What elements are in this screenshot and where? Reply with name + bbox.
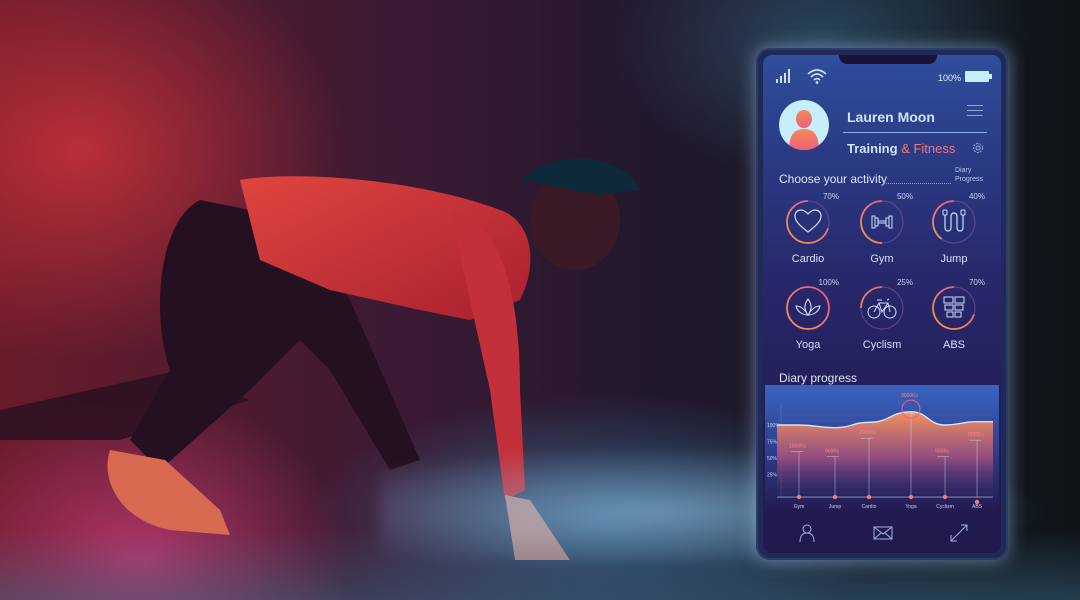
activity-label: Cyclism bbox=[862, 339, 902, 351]
wifi-icon bbox=[807, 69, 827, 84]
x-tick-label: ABS bbox=[972, 504, 983, 510]
dumbbell-icon bbox=[871, 215, 893, 229]
activity-label: Yoga bbox=[795, 339, 821, 351]
activity-label: Jump bbox=[940, 253, 968, 265]
phone-screen: 100% Lauren Moon Training & Fitness Choo… bbox=[763, 55, 1001, 553]
activity-percent: 40% bbox=[968, 192, 985, 201]
y-tick-label: 25% bbox=[767, 473, 778, 479]
diary-link-line2: Progress bbox=[955, 176, 984, 183]
progress-ring bbox=[786, 200, 830, 244]
subtitle-main: Training bbox=[847, 141, 898, 156]
phone-mockup: 100% Lauren Moon Training & Fitness Choo… bbox=[756, 48, 1008, 560]
hamburger-menu-icon[interactable] bbox=[967, 105, 983, 120]
signal-bars-icon bbox=[776, 69, 790, 83]
marker-label: 900Kc bbox=[825, 449, 840, 455]
y-tick-label: 50% bbox=[767, 456, 778, 462]
diary-progress-title: Diary progress bbox=[779, 371, 858, 385]
y-tick-label: 75% bbox=[767, 440, 778, 446]
diary-progress-link[interactable]: Diary Progress bbox=[955, 166, 983, 184]
gear-icon[interactable] bbox=[971, 141, 985, 155]
marker-dot bbox=[908, 494, 914, 500]
user-avatar-icon bbox=[789, 110, 819, 150]
activity-percent: 70% bbox=[968, 278, 985, 287]
status-bar: 100% bbox=[775, 68, 992, 86]
activity-abs[interactable]: 70% ABS bbox=[919, 277, 989, 357]
activity-label: ABS bbox=[942, 339, 965, 351]
activity-percent: 70% bbox=[822, 192, 839, 201]
activity-percent: 50% bbox=[896, 192, 913, 201]
x-tick-label: Cyclism bbox=[936, 504, 954, 510]
activity-cardio[interactable]: 70% Cardio bbox=[773, 191, 843, 271]
envelope-icon[interactable] bbox=[873, 523, 893, 543]
diary-link-line1: Diary bbox=[955, 167, 972, 174]
marker-label: 1500Kc bbox=[967, 432, 984, 438]
progress-ring bbox=[932, 286, 976, 330]
user-outline-icon[interactable] bbox=[797, 523, 817, 543]
subtitle-accent: & Fitness bbox=[901, 141, 956, 156]
marker-dot bbox=[796, 494, 802, 500]
expand-arrows-icon[interactable] bbox=[949, 523, 969, 543]
progress-ring bbox=[786, 286, 830, 330]
marker-label: 1500Kc bbox=[789, 443, 806, 449]
activity-gym[interactable]: 50% Gym bbox=[847, 191, 917, 271]
user-name: Lauren Moon bbox=[847, 109, 935, 125]
heart-icon bbox=[794, 209, 822, 233]
profile-subtitle: Training & Fitness bbox=[847, 141, 955, 156]
marker-dot bbox=[942, 494, 948, 500]
progress-ring bbox=[860, 286, 904, 330]
x-tick-label: Gym bbox=[794, 504, 805, 510]
activities-title: Choose your activity bbox=[779, 172, 888, 186]
marker-label: 900Kc bbox=[935, 449, 950, 455]
activity-percent: 25% bbox=[896, 278, 913, 287]
abs-icon bbox=[943, 296, 965, 318]
activity-cyclism[interactable]: 25% Cyclism bbox=[847, 277, 917, 357]
marker-label: 2000Kc bbox=[859, 430, 876, 436]
marker-dot bbox=[866, 494, 872, 500]
progress-ring bbox=[932, 200, 976, 244]
battery-percent: 100% bbox=[937, 73, 961, 83]
bicycle-icon bbox=[867, 298, 897, 319]
profile-divider bbox=[843, 132, 987, 133]
jump-rope-icon bbox=[942, 209, 966, 232]
phone-notch bbox=[839, 55, 937, 64]
diary-progress-chart: 100%75%50%25%1500KcGym900KcJump2000KcCar… bbox=[765, 385, 999, 513]
lotus-icon bbox=[795, 298, 821, 316]
x-tick-label: Yoga bbox=[905, 504, 916, 510]
bottom-nav bbox=[763, 513, 1001, 553]
battery-full-icon bbox=[965, 71, 992, 82]
x-tick-label: Cardio bbox=[862, 504, 877, 510]
activity-label: Gym bbox=[870, 253, 894, 265]
progress-ring bbox=[860, 200, 904, 244]
x-tick-label: Jump bbox=[829, 504, 841, 510]
activity-label: Cardio bbox=[791, 253, 825, 265]
marker-label: 3000Kc bbox=[901, 393, 918, 399]
activity-jump[interactable]: 40% Jump bbox=[919, 191, 989, 271]
dotted-leader bbox=[883, 183, 951, 184]
marker-dot bbox=[832, 494, 838, 500]
activity-yoga[interactable]: 100% Yoga bbox=[773, 277, 843, 357]
avatar[interactable] bbox=[779, 100, 829, 150]
activity-percent: 100% bbox=[818, 278, 839, 287]
